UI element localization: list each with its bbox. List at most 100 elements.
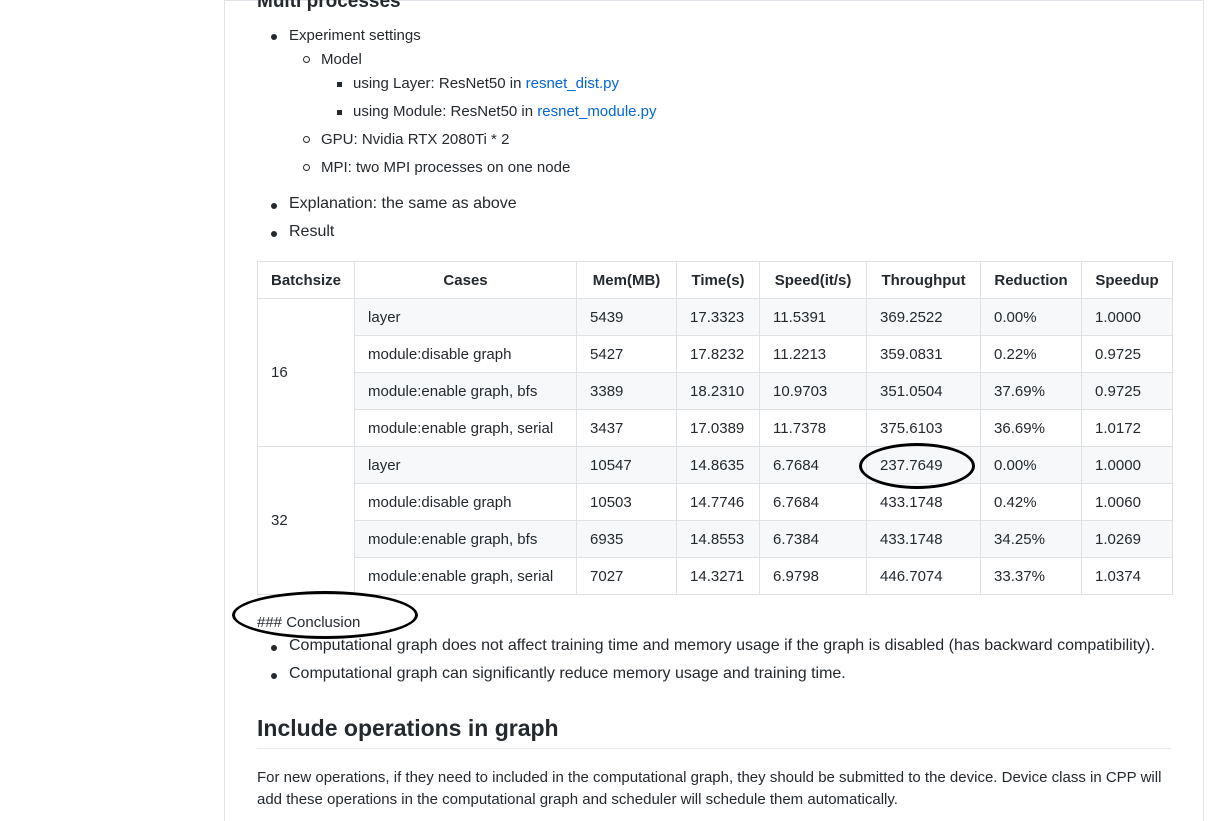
list-item: Computational graph can significantly re… bbox=[257, 665, 1177, 693]
table-cell: 17.8232 bbox=[676, 335, 761, 373]
table-cell: 0.42% bbox=[980, 483, 1083, 521]
table-cell: 1.0269 bbox=[1081, 520, 1174, 558]
table-cell: module:enable graph, serial bbox=[354, 557, 578, 595]
table-cell: 10.9703 bbox=[759, 372, 868, 410]
table-cell: 375.6103 bbox=[866, 409, 982, 447]
table-cell: 14.8553 bbox=[676, 520, 761, 558]
header-throughput: Throughput bbox=[866, 261, 982, 299]
table-cell: 1.0374 bbox=[1081, 557, 1174, 595]
table-cell: 433.1748 bbox=[866, 483, 982, 521]
list-item: using Layer: ResNet50 in resnet_dist.py bbox=[321, 74, 1171, 102]
list-item: Experiment settings Model using Layer: R… bbox=[257, 26, 1171, 176]
table-cell: layer bbox=[354, 446, 578, 484]
gpu-text: GPU: Nvidia RTX 2080Ti * 2 bbox=[321, 131, 510, 148]
highlight-circle-conclusion bbox=[232, 591, 418, 639]
table-cell: 11.5391 bbox=[759, 298, 868, 336]
table-cell: 5439 bbox=[576, 298, 678, 336]
table-cell: 0.22% bbox=[980, 335, 1083, 373]
settings-sublist: Model using Layer: ResNet50 in resnet_di… bbox=[289, 50, 1171, 186]
list-item: Explanation: the same as above bbox=[257, 195, 1157, 223]
table-cell: module:disable graph bbox=[354, 335, 578, 373]
table-cell: 10503 bbox=[576, 483, 678, 521]
model-item-text: using Module: ResNet50 in bbox=[353, 103, 538, 120]
batchsize-cell: 32 bbox=[256, 446, 356, 595]
table-cell: 14.7746 bbox=[676, 483, 761, 521]
table-cell: module:enable graph, bfs bbox=[354, 520, 578, 558]
table-cell: 369.2522 bbox=[866, 298, 982, 336]
table-cell: 6.9798 bbox=[759, 557, 868, 595]
header-batchsize: Batchsize bbox=[256, 261, 356, 299]
results-table: Batchsize Cases Mem(MB) Time(s) Speed(it… bbox=[256, 261, 1174, 595]
batchsize-cell: 16 bbox=[256, 298, 356, 447]
table-cell: 359.0831 bbox=[866, 335, 982, 373]
table-cell: module:enable graph, serial bbox=[354, 409, 578, 447]
table-cell: 34.25% bbox=[980, 520, 1083, 558]
table-cell: module:disable graph bbox=[354, 483, 578, 521]
highlight-circle-throughput bbox=[859, 443, 975, 489]
resnet-dist-link[interactable]: resnet_dist.py bbox=[526, 75, 619, 92]
table-cell: 7027 bbox=[576, 557, 678, 595]
table-cell: 14.3271 bbox=[676, 557, 761, 595]
resnet-module-link[interactable]: resnet_module.py bbox=[537, 103, 656, 120]
content-area: Multi processes Experiment settings Mode… bbox=[257, 0, 1171, 176]
explanation-list: Explanation: the same as above Result bbox=[257, 195, 1157, 251]
table-cell: module:enable graph, bfs bbox=[354, 372, 578, 410]
explanation-text: Explanation: the same as above bbox=[289, 195, 517, 212]
conclusion-list: Computational graph does not affect trai… bbox=[257, 637, 1177, 693]
table-row: module:enable graph, bfs 6935 14.8553 6.738… bbox=[258, 520, 1174, 558]
table-cell: 0.9725 bbox=[1081, 335, 1174, 373]
table-cell: 351.0504 bbox=[866, 372, 982, 410]
include-heading: Include operations in graph bbox=[257, 712, 1171, 749]
table-row: module:enable graph, bfs 3389 18.2310 10.97… bbox=[258, 372, 1174, 410]
table-cell: 6.7384 bbox=[759, 520, 868, 558]
model-item-text: using Layer: ResNet50 in bbox=[353, 75, 526, 92]
table-cell: 446.7074 bbox=[866, 557, 982, 595]
header-reduction: Reduction bbox=[980, 261, 1083, 299]
table-cell: 0.00% bbox=[980, 446, 1083, 484]
list-item: Computational graph does not affect trai… bbox=[257, 637, 1177, 665]
header-cases: Cases bbox=[354, 261, 578, 299]
table-cell: 14.8635 bbox=[676, 446, 761, 484]
header-speed: Speed(it/s) bbox=[759, 261, 868, 299]
table-cell: 33.37% bbox=[980, 557, 1083, 595]
settings-list: Experiment settings Model using Layer: R… bbox=[257, 26, 1171, 176]
table-cell: 37.69% bbox=[980, 372, 1083, 410]
table-cell: 6935 bbox=[576, 520, 678, 558]
table-cell: 11.2213 bbox=[759, 335, 868, 373]
table-row: module:enable graph, serial 7027 14.3271 6.… bbox=[258, 557, 1174, 595]
list-item: GPU: Nvidia RTX 2080Ti * 2 bbox=[289, 130, 1171, 158]
section-heading: Multi processes bbox=[257, 0, 401, 12]
mpi-text: MPI: two MPI processes on one node bbox=[321, 159, 571, 176]
table-row: module:disable graph 10503 14.7746 6.7684 43… bbox=[258, 483, 1174, 521]
table-row: 32 layer 10547 14.8635 6.7684 237.7649 0.00% 1.… bbox=[256, 446, 1174, 595]
conclusion-text: Computational graph can significantly re… bbox=[289, 665, 846, 682]
model-sublist: using Layer: ResNet50 in resnet_dist.py … bbox=[321, 74, 1171, 130]
table-cell: 10547 bbox=[576, 446, 678, 484]
header-speedup: Speedup bbox=[1081, 261, 1174, 299]
table-cell: 17.0389 bbox=[676, 409, 761, 447]
table-cell: layer bbox=[354, 298, 578, 336]
table-row: module:disable graph 5427 17.8232 11.2213 35… bbox=[258, 335, 1174, 373]
list-item: Model using Layer: ResNet50 in resnet_di… bbox=[289, 50, 1171, 130]
list-item: MPI: two MPI processes on one node bbox=[289, 158, 1171, 186]
table-cell: 1.0172 bbox=[1081, 409, 1174, 447]
table-cell: 36.69% bbox=[980, 409, 1083, 447]
header-mem: Mem(MB) bbox=[576, 261, 678, 299]
table-cell: 6.7684 bbox=[759, 446, 868, 484]
table-cell: 6.7684 bbox=[759, 483, 868, 521]
table-cell: 1.0060 bbox=[1081, 483, 1174, 521]
table-row: 16 layer 5439 17.3323 11.5391 369.2522 0.00% 1.… bbox=[256, 298, 1174, 447]
table-cell: 18.2310 bbox=[676, 372, 761, 410]
table-cell: 1.0000 bbox=[1081, 446, 1174, 484]
table-cell: 0.9725 bbox=[1081, 372, 1174, 410]
include-paragraph: For new operations, if they need to incl… bbox=[257, 769, 1162, 808]
table-cell: 1.0000 bbox=[1081, 298, 1174, 336]
table-row: module:enable graph, serial 3437 17.0389 11… bbox=[258, 409, 1174, 447]
table-header-row: Batchsize Cases Mem(MB) Time(s) Speed(it… bbox=[256, 261, 1174, 299]
result-label: Result bbox=[289, 223, 335, 240]
model-label: Model bbox=[321, 51, 362, 68]
table-cell: 3437 bbox=[576, 409, 678, 447]
table-cell: 11.7378 bbox=[759, 409, 868, 447]
table-cell: 5427 bbox=[576, 335, 678, 373]
header-time: Time(s) bbox=[676, 261, 761, 299]
